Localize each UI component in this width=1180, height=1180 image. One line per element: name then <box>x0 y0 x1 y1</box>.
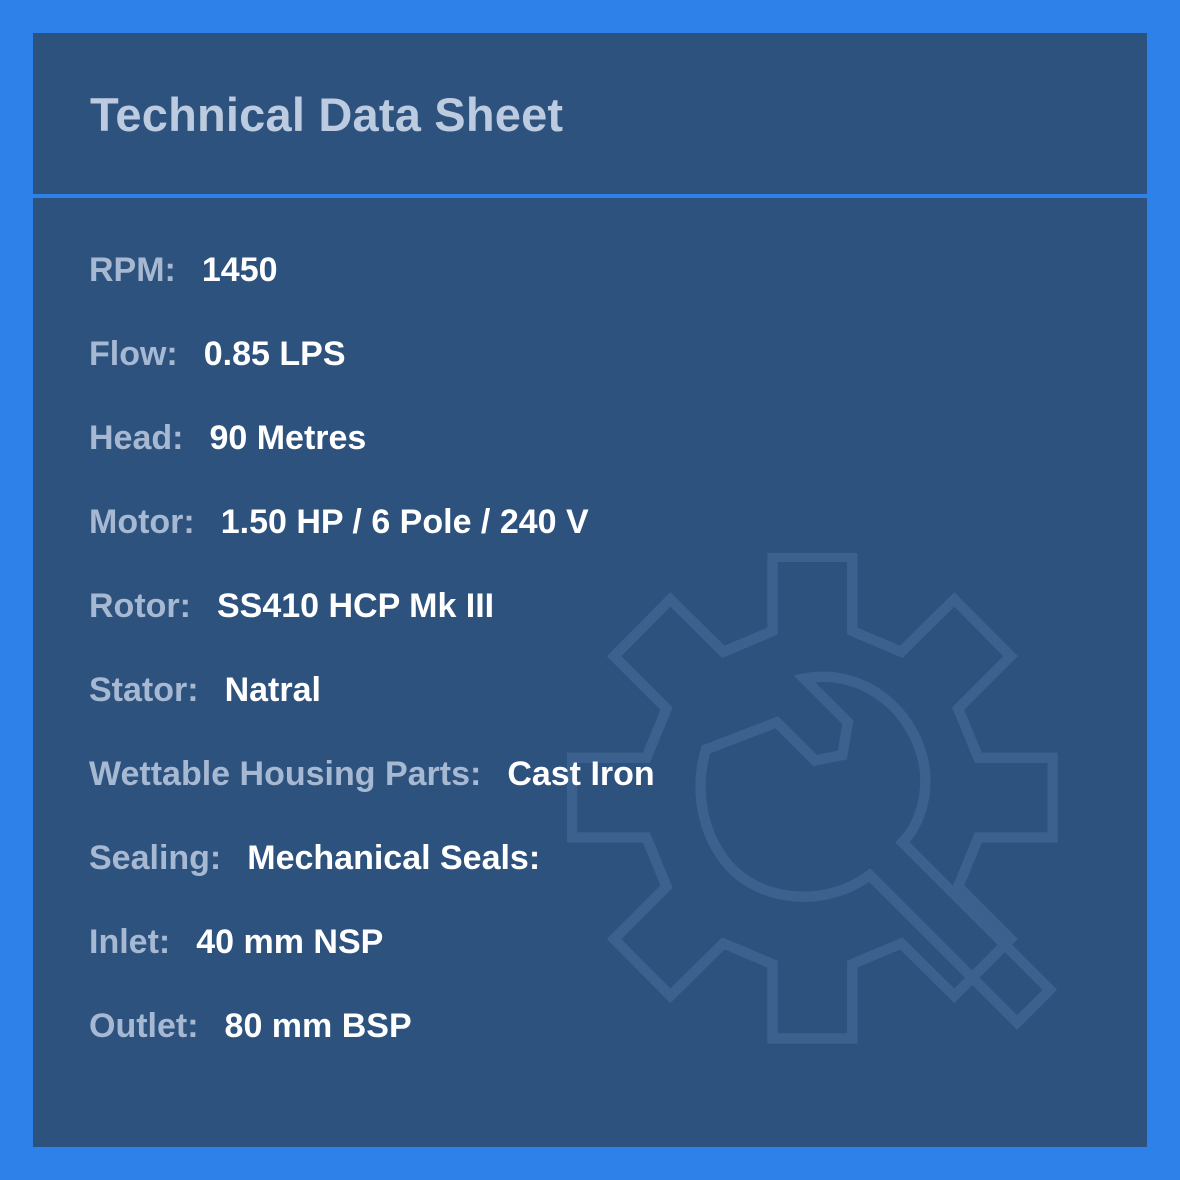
spec-row-flow: Flow: 0.85 LPS <box>89 335 655 419</box>
spec-row-outlet: Outlet: 80 mm BSP <box>89 1007 655 1091</box>
spec-row-rotor: Rotor: SS410 HCP Mk III <box>89 587 655 671</box>
header: Technical Data Sheet <box>33 33 1147 198</box>
spec-label: Motor: <box>89 503 195 541</box>
spec-label: Wettable Housing Parts: <box>89 755 482 793</box>
spec-value: 0.85 LPS <box>203 335 346 373</box>
spec-row-motor: Motor: 1.50 HP / 6 Pole / 240 V <box>89 503 655 587</box>
spec-label: Stator: <box>89 671 199 709</box>
spec-label: Flow: <box>89 335 178 373</box>
spec-value: Cast Iron <box>507 755 655 793</box>
spec-label: Outlet: <box>89 1007 199 1045</box>
spec-label: Rotor: <box>89 587 191 625</box>
spec-row-wettable-housing-parts: Wettable Housing Parts: Cast Iron <box>89 755 655 839</box>
spec-value: Natral <box>224 671 321 709</box>
spec-value: 90 Metres <box>209 419 367 457</box>
spec-value: SS410 HCP Mk III <box>216 587 495 625</box>
spec-value: 1.50 HP / 6 Pole / 240 V <box>220 503 589 541</box>
page-title: Technical Data Sheet <box>90 88 564 141</box>
spec-row-inlet: Inlet: 40 mm NSP <box>89 923 655 1007</box>
spec-label: Inlet: <box>89 923 171 961</box>
spec-row-rpm: RPM: 1450 <box>89 251 655 335</box>
spec-label: RPM: <box>89 251 176 289</box>
spec-row-sealing: Sealing: Mechanical Seals: <box>89 839 655 923</box>
spec-value: 80 mm BSP <box>224 1007 412 1045</box>
spec-row-stator: Stator: Natral <box>89 671 655 755</box>
spec-label: Sealing: <box>89 839 222 877</box>
spec-value: Mechanical Seals: <box>247 839 541 877</box>
spec-value: 1450 <box>201 251 278 289</box>
spec-value: 40 mm NSP <box>196 923 384 961</box>
data-sheet-card: Technical Data Sheet RPM: 1450 Flow: 0.8… <box>33 33 1147 1147</box>
spec-list: RPM: 1450 Flow: 0.85 LPS Head: 90 Metres… <box>89 251 655 1091</box>
spec-row-head: Head: 90 Metres <box>89 419 655 503</box>
spec-label: Head: <box>89 419 184 457</box>
